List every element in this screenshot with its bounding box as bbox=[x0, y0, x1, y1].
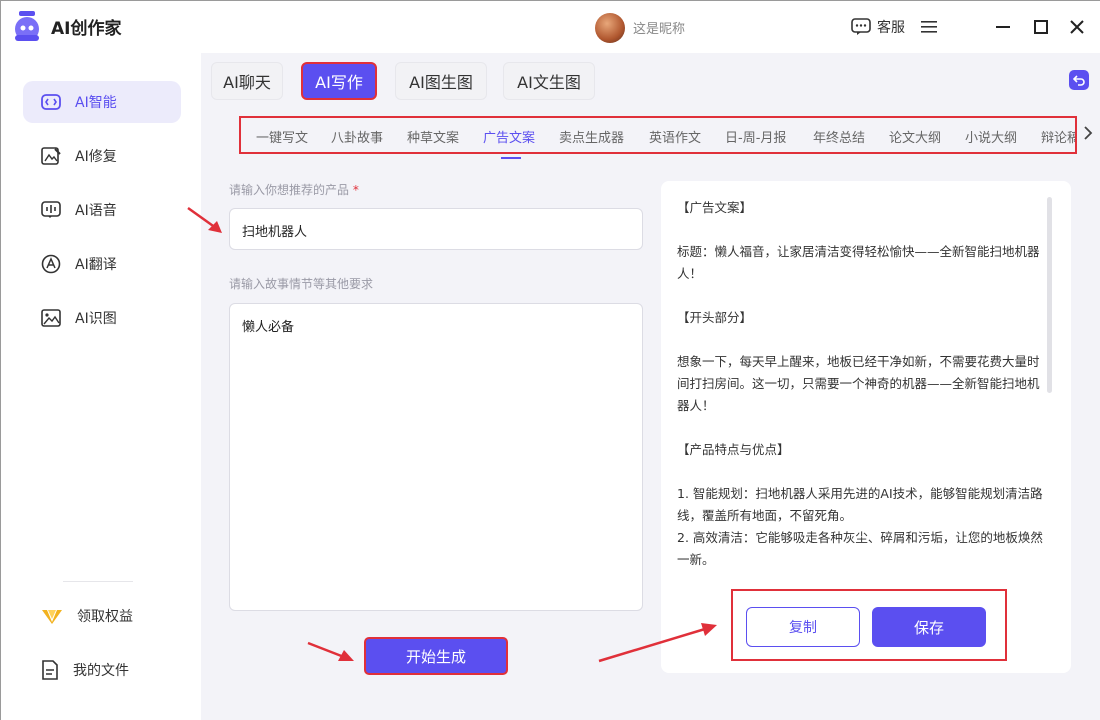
product-input[interactable]: 扫地机器人 bbox=[229, 208, 643, 250]
sidebar-item-ai-recognize[interactable]: AI识图 bbox=[23, 297, 181, 339]
requirements-textarea[interactable]: 懒人必备 bbox=[229, 303, 643, 611]
app-title: AI创作家 bbox=[51, 19, 122, 39]
save-button[interactable]: 保存 bbox=[872, 607, 986, 647]
sidebar-item-benefits[interactable]: 领取权益 bbox=[23, 595, 181, 637]
avatar[interactable] bbox=[595, 13, 625, 43]
result-blank-line bbox=[677, 329, 1049, 351]
result-blank-line bbox=[677, 285, 1049, 307]
minimize-icon[interactable] bbox=[991, 15, 1015, 39]
sidebar-item-label: AI识图 bbox=[75, 311, 117, 327]
result-line: 想象一下，每天早上醒来，地板已经干净如新，不需要花费大量时间打扫房间。这一切，只… bbox=[677, 354, 1040, 413]
sidebar-item-ai-smart[interactable]: AI智能 bbox=[23, 81, 181, 123]
ai-smart-icon bbox=[41, 94, 61, 110]
sidebar-item-label: 我的文件 bbox=[73, 663, 129, 679]
close-icon[interactable] bbox=[1065, 15, 1089, 39]
app-window: AI创作家 这是昵称 客服 AI智能 AI修复 AI语音 AI翻译 AI识图 领… bbox=[0, 0, 1100, 720]
product-field-label: 请输入你想推荐的产品 * bbox=[229, 183, 359, 197]
subtab-reports[interactable]: 日-周-月报 bbox=[725, 127, 786, 146]
sidebar-item-label: AI修复 bbox=[75, 149, 117, 165]
tab-ai-chat[interactable]: AI聊天 bbox=[211, 62, 283, 100]
annotation-arrow-icon bbox=[598, 623, 717, 663]
customer-service-button[interactable]: 客服 bbox=[851, 17, 905, 37]
result-scrollbar[interactable] bbox=[1047, 197, 1052, 393]
sidebar-item-label: 领取权益 bbox=[77, 609, 133, 625]
back-button[interactable] bbox=[1069, 70, 1089, 90]
menu-icon[interactable] bbox=[917, 15, 941, 39]
sidebar: AI智能 AI修复 AI语音 AI翻译 AI识图 领取权益 我的文件 bbox=[1, 53, 201, 720]
subtab-english-essay[interactable]: 英语作文 bbox=[649, 127, 701, 146]
chat-bubble-icon bbox=[851, 18, 871, 35]
nickname[interactable]: 这是昵称 bbox=[633, 18, 685, 37]
result-text: 【广告文案】标题：懒人福音，让家居清洁变得轻松愉快——全新智能扫地机器人！ 【开头… bbox=[677, 197, 1049, 571]
image-recognize-icon bbox=[41, 309, 61, 327]
sidebar-item-label: AI智能 bbox=[75, 95, 117, 111]
maximize-icon[interactable] bbox=[1029, 15, 1053, 39]
chevron-right-icon[interactable] bbox=[1083, 125, 1093, 141]
file-icon bbox=[42, 660, 58, 680]
sidebar-item-my-files[interactable]: 我的文件 bbox=[23, 649, 181, 691]
copy-button[interactable]: 复制 bbox=[746, 607, 860, 647]
title-bar: AI创作家 这是昵称 客服 bbox=[1, 1, 1100, 53]
subtab-selling-point-generator[interactable]: 卖点生成器 bbox=[559, 127, 624, 146]
sidebar-item-ai-translate[interactable]: AI翻译 bbox=[23, 243, 181, 285]
tab-ai-image-to-image[interactable]: AI图生图 bbox=[395, 62, 487, 100]
requirements-field-label: 请输入故事情节等其他要求 bbox=[229, 277, 374, 291]
subtab-debate-draft[interactable]: 辩论稿 bbox=[1041, 127, 1075, 146]
subtab-gossip-story[interactable]: 八卦故事 bbox=[331, 127, 383, 146]
result-line: 【广告文案】 bbox=[677, 200, 753, 215]
result-blank-line bbox=[677, 417, 1049, 439]
result-line: 标题：懒人福音，让家居清洁变得轻松愉快——全新智能扫地机器人！ bbox=[677, 244, 1040, 281]
subtab-recommendation-copy[interactable]: 种草文案 bbox=[407, 127, 459, 146]
subtab-ad-copy[interactable]: 广告文案 bbox=[483, 127, 535, 146]
result-blank-line bbox=[677, 219, 1049, 241]
sidebar-item-label: AI翻译 bbox=[75, 257, 117, 273]
result-blank-line bbox=[677, 461, 1049, 483]
image-repair-icon bbox=[41, 147, 61, 165]
result-line: 2. 高效清洁：它能够吸走各种灰尘、碎屑和污垢，让您的地板焕然一新。 bbox=[677, 530, 1043, 567]
result-line: 【产品特点与优点】 bbox=[677, 442, 790, 457]
annotation-arrow-icon bbox=[307, 641, 354, 661]
subtab-year-end-summary[interactable]: 年终总结 bbox=[813, 127, 865, 146]
sidebar-item-ai-repair[interactable]: AI修复 bbox=[23, 135, 181, 177]
translate-icon bbox=[41, 254, 61, 274]
sidebar-item-label: AI语音 bbox=[75, 203, 117, 219]
tab-ai-writing[interactable]: AI写作 bbox=[301, 62, 377, 100]
sidebar-divider bbox=[63, 581, 133, 582]
generate-button[interactable]: 开始生成 bbox=[364, 637, 508, 675]
result-line: 【开头部分】 bbox=[677, 310, 753, 325]
back-arrow-icon bbox=[1073, 75, 1085, 86]
tab-ai-text-to-image[interactable]: AI文生图 bbox=[503, 62, 595, 100]
active-subtab-indicator bbox=[501, 157, 521, 159]
app-logo-icon bbox=[15, 11, 39, 41]
annotation-arrow-icon bbox=[187, 206, 222, 233]
voice-icon bbox=[41, 201, 61, 218]
sidebar-item-ai-voice[interactable]: AI语音 bbox=[23, 189, 181, 231]
subtab-paper-outline[interactable]: 论文大纲 bbox=[889, 127, 941, 146]
benefit-icon bbox=[42, 610, 62, 624]
customer-service-label: 客服 bbox=[877, 20, 905, 36]
main-panel: AI聊天 AI写作 AI图生图 AI文生图 一键写文 八卦故事 种草文案 广告文… bbox=[201, 53, 1100, 720]
subtab-novel-outline[interactable]: 小说大纲 bbox=[965, 127, 1017, 146]
result-line: 1. 智能规划：扫地机器人采用先进的AI技术，能够智能规划清洁路线，覆盖所有地面… bbox=[677, 486, 1043, 523]
writing-type-tabs: 一键写文 八卦故事 种草文案 广告文案 卖点生成器 英语作文 日-周-月报 年终… bbox=[239, 116, 1077, 154]
subtab-one-click-writing[interactable]: 一键写文 bbox=[256, 127, 308, 146]
required-mark: * bbox=[352, 183, 359, 197]
